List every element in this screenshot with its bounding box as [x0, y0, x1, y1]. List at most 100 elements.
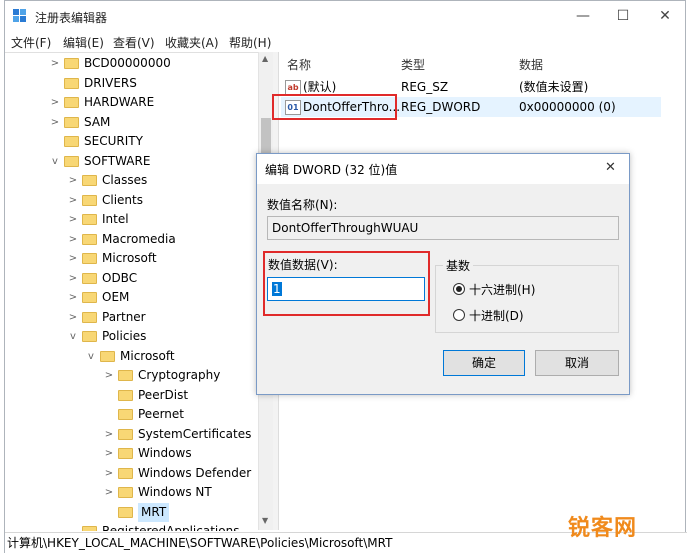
tree-item[interactable]: > HARDWARE — [5, 93, 257, 112]
tree-item-label: SECURITY — [84, 134, 143, 148]
expand-chevron-icon[interactable]: > — [103, 483, 115, 502]
expand-chevron-icon[interactable]: > — [67, 210, 79, 229]
decimal-radio[interactable] — [453, 309, 465, 321]
expand-chevron-icon[interactable]: > — [103, 366, 115, 385]
collapse-chevron-icon[interactable]: v — [67, 327, 79, 346]
scroll-down-icon[interactable]: ▼ — [262, 516, 268, 525]
maximize-button[interactable]: ☐ — [611, 7, 635, 25]
tree-item[interactable]: RegisteredApplications — [5, 522, 257, 531]
folder-icon — [82, 292, 97, 303]
decimal-radio-label[interactable]: 十进制(D) — [469, 307, 524, 324]
expand-chevron-icon[interactable]: > — [103, 425, 115, 444]
tree-item-label: Microsoft — [102, 251, 157, 265]
tree-item[interactable]: > SAM — [5, 113, 257, 132]
scroll-up-icon[interactable]: ▲ — [262, 54, 268, 63]
minimize-button[interactable]: — — [571, 7, 595, 25]
expand-chevron-icon[interactable]: > — [49, 93, 61, 112]
tree-item[interactable]: > SystemCertificates — [5, 425, 257, 444]
value-type: REG_SZ — [401, 80, 449, 94]
menu-file[interactable]: 文件(F) — [11, 34, 51, 51]
tree-item[interactable]: SECURITY — [5, 132, 257, 151]
tree-item-label: MRT — [138, 502, 170, 522]
folder-icon — [118, 467, 133, 479]
tree-item-label: Cryptography — [138, 368, 221, 382]
expand-chevron-icon[interactable]: > — [67, 230, 79, 249]
tree-item[interactable]: > Classes — [5, 171, 257, 190]
radio-selected-dot — [456, 286, 462, 292]
value-data: 0x00000000 (0) — [519, 100, 616, 114]
tree-item[interactable]: > Microsoft — [5, 249, 257, 268]
collapse-chevron-icon[interactable]: v — [49, 152, 61, 171]
close-button[interactable]: ✕ — [653, 7, 677, 25]
expand-chevron-icon[interactable]: > — [103, 464, 115, 483]
cancel-button[interactable]: 取消 — [535, 350, 619, 376]
annotation-highlight-data — [263, 251, 430, 316]
menu-help[interactable]: 帮助(H) — [229, 34, 271, 51]
tree-item[interactable]: PeerDist — [5, 386, 257, 405]
tree-item[interactable]: > Windows NT — [5, 483, 257, 502]
tree-item[interactable]: > Windows Defender — [5, 464, 257, 483]
dialog-close-button[interactable]: ✕ — [605, 160, 616, 175]
tree-item[interactable]: > Macromedia — [5, 230, 257, 249]
value-data: (数值未设置) — [519, 80, 589, 94]
expand-chevron-icon[interactable]: > — [67, 249, 79, 268]
tree-item-label: Microsoft — [120, 348, 175, 363]
registry-icon — [13, 9, 27, 23]
tree-item[interactable]: DRIVERS — [5, 74, 257, 93]
expand-chevron-icon[interactable]: > — [49, 54, 61, 73]
hex-radio-label[interactable]: 十六进制(H) — [469, 281, 535, 298]
ok-button[interactable]: 确定 — [443, 350, 525, 376]
folder-icon — [82, 311, 97, 323]
folder-icon — [64, 155, 79, 167]
folder-icon — [64, 77, 79, 89]
tree-item[interactable]: v Policies — [5, 327, 257, 346]
tree-item-label: ODBC — [102, 270, 138, 285]
hex-radio[interactable] — [453, 283, 465, 295]
tree-item[interactable]: > Intel — [5, 210, 257, 229]
value-name-field[interactable]: DontOfferThroughWUAU — [267, 216, 619, 240]
folder-icon — [82, 194, 97, 206]
expand-chevron-icon[interactable]: > — [103, 444, 115, 463]
tree-item[interactable]: > Windows — [5, 444, 257, 463]
tree-item[interactable]: > Partner — [5, 308, 257, 327]
tree-item[interactable]: > OEM — [5, 288, 257, 307]
folder-icon — [118, 506, 133, 518]
tree-item[interactable]: > Cryptography — [5, 366, 257, 385]
folder-icon — [82, 253, 97, 264]
tree-item[interactable]: Peernet — [5, 405, 257, 424]
expand-chevron-icon[interactable]: > — [67, 288, 79, 307]
tree-item[interactable]: > ODBC — [5, 269, 257, 288]
tree-item[interactable]: v SOFTWARE — [5, 152, 257, 171]
tree-item-label: DRIVERS — [84, 75, 137, 90]
column-header-data[interactable]: 数据 — [519, 56, 543, 73]
expand-chevron-icon[interactable]: > — [67, 269, 79, 288]
title-bar: 注册表编辑器 — ☐ ✕ — [5, 1, 685, 32]
tree-item[interactable]: MRT — [5, 502, 257, 522]
menu-favorites[interactable]: 收藏夹(A) — [165, 34, 219, 51]
base-label: 基数 — [443, 257, 474, 274]
expand-chevron-icon[interactable]: > — [67, 171, 79, 190]
tree-item-label: Windows Defender — [138, 465, 252, 480]
folder-icon — [64, 116, 79, 128]
column-header-type[interactable]: 类型 — [401, 56, 425, 73]
tree-item-label: SystemCertificates — [138, 426, 252, 441]
expand-chevron-icon[interactable]: > — [49, 113, 61, 132]
column-header-name[interactable]: 名称 — [287, 56, 311, 73]
tree-item[interactable]: v Microsoft — [5, 347, 257, 366]
expand-chevron-icon[interactable]: > — [67, 308, 79, 327]
tree-item-label: Clients — [102, 192, 143, 207]
expand-chevron-icon[interactable]: > — [67, 191, 79, 210]
folder-icon — [118, 487, 133, 498]
menu-view[interactable]: 查看(V) — [113, 34, 155, 51]
folder-icon — [64, 136, 79, 147]
tree-item[interactable]: > Clients — [5, 191, 257, 210]
tree-item-label: Macromedia — [102, 231, 176, 246]
tree-item[interactable]: > BCD00000000 — [5, 54, 257, 73]
folder-icon — [118, 370, 133, 381]
value-name-label: 数值名称(N): — [267, 198, 338, 212]
tree-item-label: Peernet — [138, 407, 184, 421]
dialog-title: 编辑 DWORD (32 位)值 — [265, 163, 398, 177]
folder-icon — [100, 350, 115, 362]
collapse-chevron-icon[interactable]: v — [85, 347, 97, 366]
menu-edit[interactable]: 编辑(E) — [63, 34, 104, 51]
